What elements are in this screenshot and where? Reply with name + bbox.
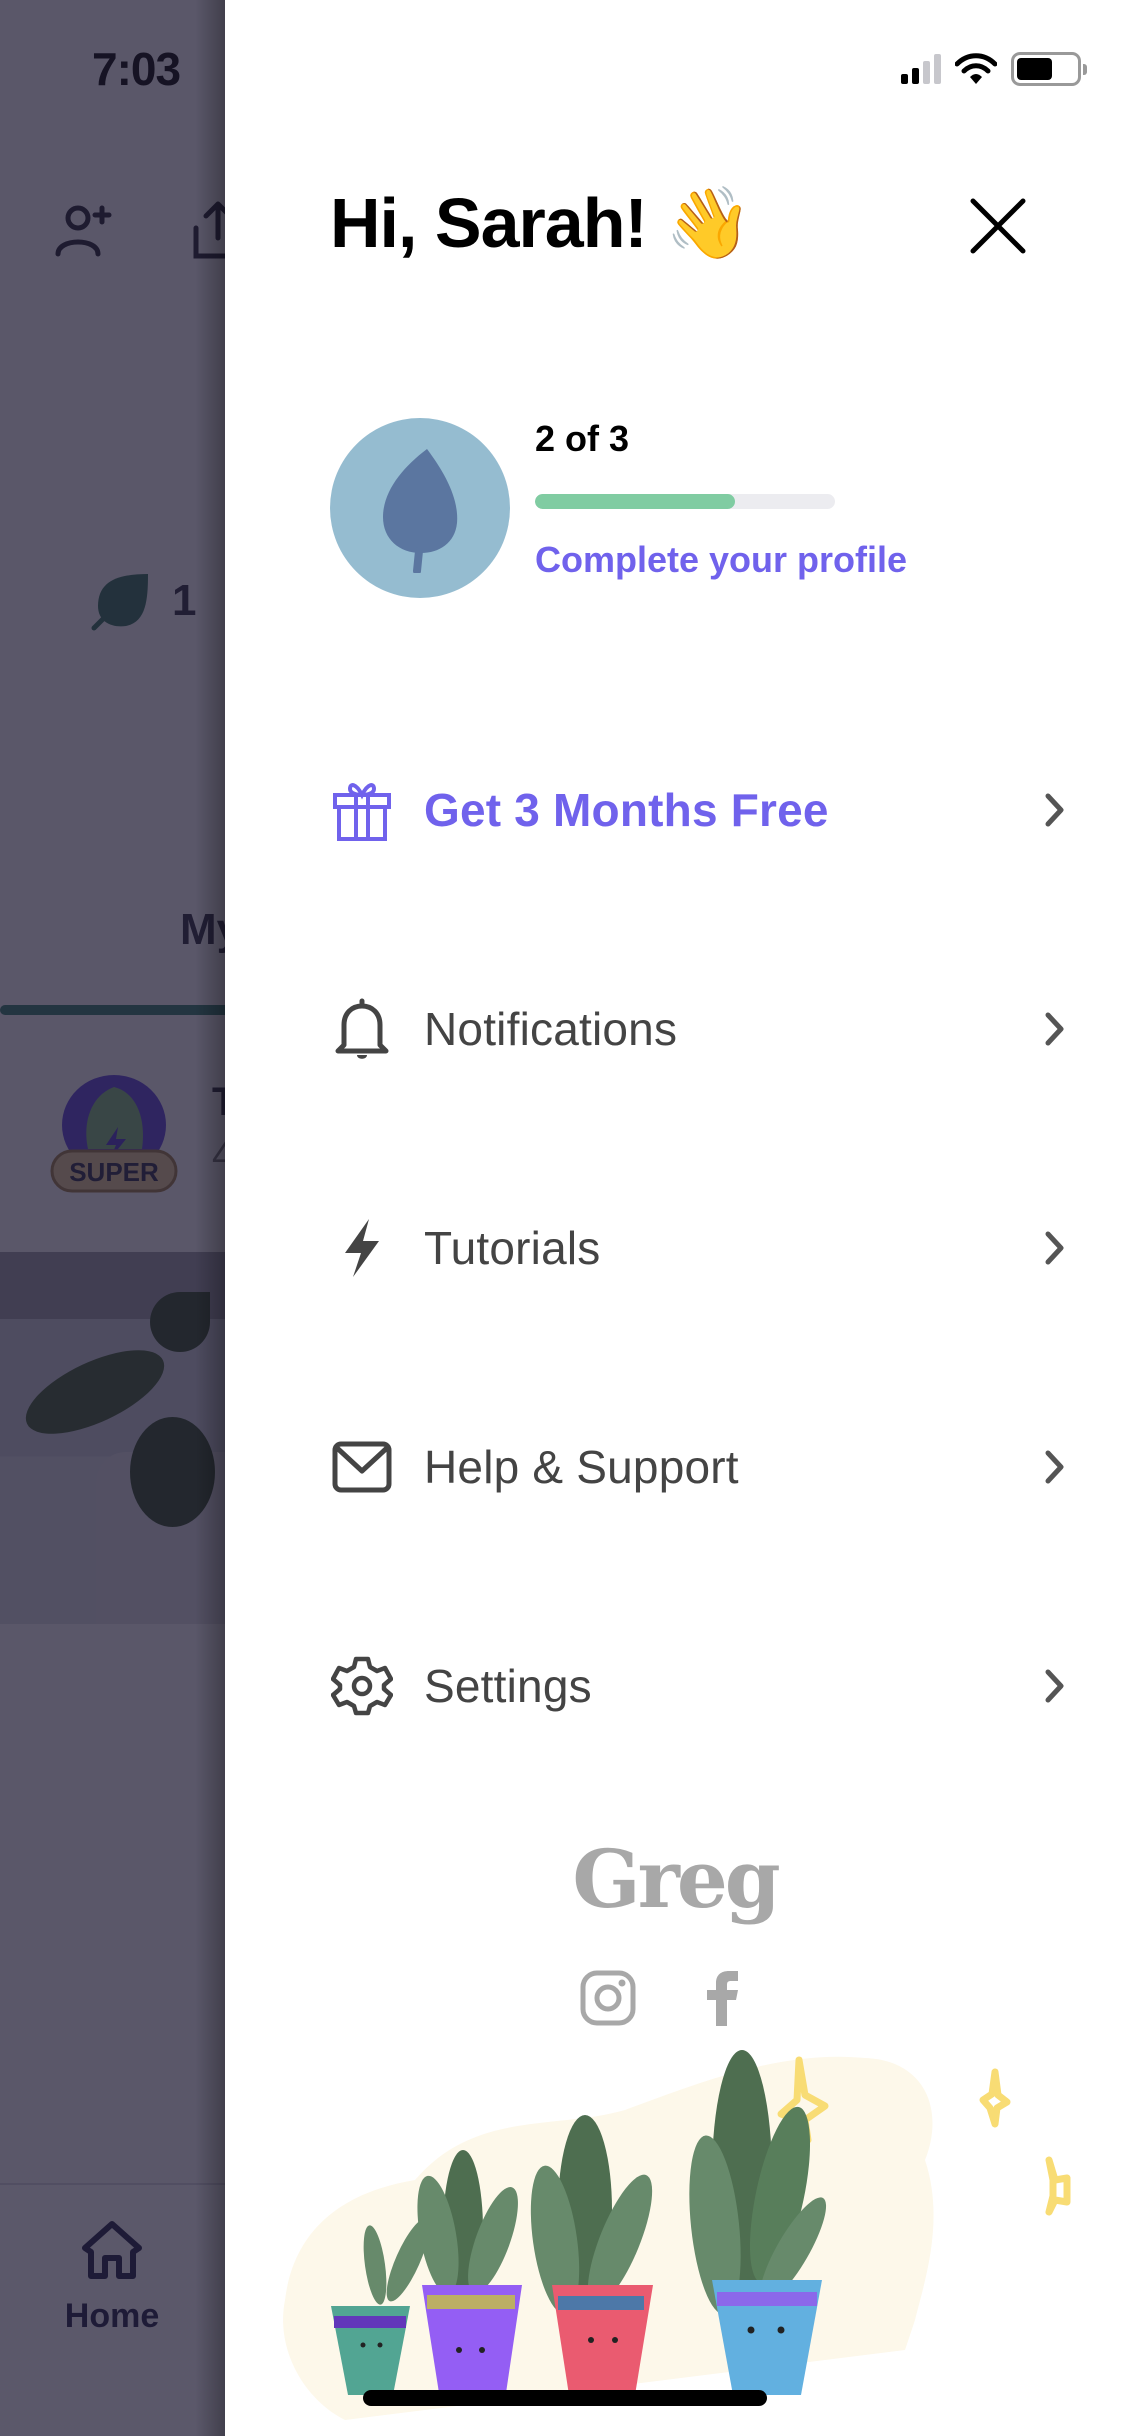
plants-illustration (283, 2050, 1071, 2420)
chevron-right-icon (1045, 1450, 1064, 1483)
menu-item-settings[interactable]: Settings (330, 1576, 1070, 1795)
profile-progress-card[interactable]: 2 of 3 Complete your profile (330, 418, 935, 598)
menu-item-label: Get 3 Months Free (424, 783, 829, 836)
drawer-shadow (195, 0, 225, 2436)
instagram-icon (580, 1970, 636, 2026)
facebook-icon (707, 1971, 738, 2026)
menu-item-get-3-months-free[interactable]: Get 3 Months Free (330, 700, 1070, 919)
menu-item-tutorials[interactable]: Tutorials (330, 1138, 1070, 1357)
wifi-icon (955, 53, 997, 84)
mail-icon (332, 1441, 392, 1492)
complete-profile-link[interactable]: Complete your profile (535, 539, 935, 581)
chevron-right-icon (1045, 1231, 1064, 1264)
chevron-right-icon (1045, 1012, 1064, 1045)
menu-item-label: Notifications (424, 1002, 678, 1055)
brand-logo: Greg (572, 1832, 780, 1926)
side-drawer: Hi, Sarah! 👋 2 of 3 Complete your profil… (225, 0, 1125, 2436)
profile-progress-fill (535, 493, 735, 509)
status-icons (901, 52, 1087, 86)
home-indicator[interactable] (363, 2390, 767, 2406)
drawer-menu: Get 3 Months Free Notifications Tutorial… (330, 700, 1070, 1795)
menu-item-label: Settings (424, 1659, 592, 1712)
gear-icon (331, 1656, 393, 1715)
profile-progress-bar (535, 493, 835, 509)
gift-icon (333, 782, 391, 841)
close-icon[interactable] (967, 195, 1029, 257)
signal-icon (901, 54, 941, 84)
profile-progress-text: 2 of 3 (535, 417, 630, 459)
dim-overlay[interactable] (0, 0, 225, 2436)
lightning-icon (345, 1218, 379, 1277)
leaf-avatar-icon (383, 449, 458, 573)
greeting-title: Hi, Sarah! 👋 (330, 184, 752, 262)
menu-item-label: Help & Support (424, 1440, 739, 1493)
chevron-right-icon (1045, 1669, 1064, 1702)
menu-item-help-support[interactable]: Help & Support (330, 1357, 1070, 1576)
chevron-right-icon (1045, 793, 1064, 826)
battery-icon (1011, 52, 1087, 86)
menu-item-notifications[interactable]: Notifications (330, 919, 1070, 1138)
avatar[interactable] (330, 418, 510, 598)
bell-icon (335, 998, 389, 1059)
menu-item-label: Tutorials (424, 1221, 601, 1274)
